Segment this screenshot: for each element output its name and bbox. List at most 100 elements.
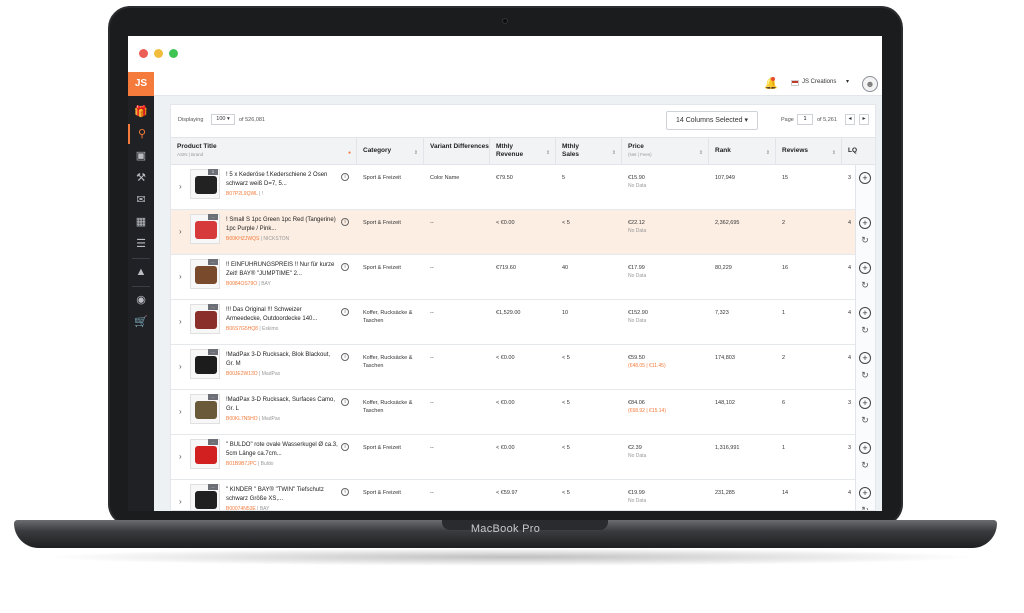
rank-cell: 174,803 (715, 355, 735, 361)
expand-row-icon[interactable]: › (179, 182, 182, 191)
product-asin[interactable]: B07P2L9QWL (226, 191, 258, 197)
column-monthly-sales[interactable]: Mthly Sales ⇕ (556, 138, 622, 166)
search-icon[interactable]: ⚲ (128, 124, 154, 144)
table-header: Product Title ASIN | Brand ● Category ⇕ … (171, 137, 875, 166)
expand-row-icon[interactable]: › (179, 497, 182, 506)
store-icon[interactable]: ▣ (128, 146, 154, 166)
add-product-icon[interactable]: + (859, 442, 871, 454)
columns-selector-button[interactable]: 14 Columns Selected ▾ (666, 111, 758, 130)
expand-row-icon[interactable]: › (179, 407, 182, 416)
expand-row-icon[interactable]: › (179, 362, 182, 371)
sort-icon[interactable]: ⇕ (699, 149, 703, 157)
product-asin[interactable]: B06S7G5HQ8 (226, 326, 258, 332)
app-logo[interactable]: JS (128, 72, 154, 96)
info-icon[interactable]: i (341, 353, 349, 361)
wrench-icon[interactable]: ⚒ (128, 168, 154, 188)
refresh-icon[interactable]: ↻ (859, 280, 871, 292)
product-title[interactable]: !MadPax 3-D Rucksack, Surfaces Camo, Gr.… (226, 396, 338, 414)
add-product-icon[interactable]: + (859, 397, 871, 409)
sales-cell: < 5 (562, 490, 570, 496)
expand-row-icon[interactable]: › (179, 272, 182, 281)
add-product-icon[interactable]: + (859, 307, 871, 319)
column-category[interactable]: Category ⇕ (357, 138, 424, 166)
product-asin[interactable]: B01B9B7JPC (226, 461, 257, 467)
table-row[interactable]: ›... " KINDER " BAY® "TWIN" Tiefschutz sc… (171, 480, 875, 510)
column-product-title[interactable]: Product Title ASIN | Brand ● (171, 138, 357, 166)
globe-icon[interactable]: ◉ (128, 290, 154, 310)
column-rank[interactable]: Rank ⇕ (709, 138, 776, 166)
add-product-icon[interactable]: + (859, 172, 871, 184)
info-icon[interactable]: i (341, 488, 349, 496)
refresh-icon[interactable]: ↻ (859, 415, 871, 427)
info-icon[interactable]: i (341, 398, 349, 406)
sort-icon[interactable]: ⇕ (612, 149, 616, 157)
sort-icon[interactable]: ⇕ (546, 149, 550, 157)
education-icon[interactable]: ▲ (128, 262, 154, 282)
product-asin[interactable]: B00KL7N5HO (226, 416, 258, 422)
revenue-cell: < €0.00 (496, 355, 515, 361)
add-product-icon[interactable]: + (859, 217, 871, 229)
column-lqs[interactable]: LQ (842, 138, 875, 166)
column-title: Mthly Sales (562, 143, 579, 158)
gift-icon[interactable]: 🎁 (128, 102, 154, 122)
info-icon[interactable]: i (341, 443, 349, 451)
cart-icon[interactable]: 🛒 (128, 312, 154, 332)
refresh-icon[interactable]: ↻ (859, 325, 871, 337)
next-page-button[interactable]: ▸ (859, 114, 869, 125)
product-title[interactable]: " KINDER " BAY® "TWIN" Tiefschutz schwar… (226, 486, 338, 504)
chart-icon[interactable]: ▦ (128, 212, 154, 232)
category-cell: Koffer, Rucksäcke & Taschen (363, 400, 413, 414)
account-name[interactable]: JS Creations (802, 79, 836, 85)
product-title[interactable]: !! EINFÜHRUNGSPREIS !! Nur für kurze Zei… (226, 261, 338, 279)
chevron-down-icon[interactable]: ▾ (846, 78, 849, 85)
column-price[interactable]: Price (Net | Fees) ⇕ (622, 138, 709, 166)
close-window-button[interactable] (139, 49, 148, 58)
product-asin[interactable]: B00KHZJWQS (226, 236, 259, 242)
info-icon[interactable]: i (341, 173, 349, 181)
table-row[interactable]: ›... " BULDO" rote ovale Wasserkugel Ø ca… (171, 435, 875, 480)
info-icon[interactable]: i (341, 218, 349, 226)
expand-row-icon[interactable]: › (179, 452, 182, 461)
table-row[interactable]: ›... ! Small S 1pc Green 1pc Red (Tangeri… (171, 210, 875, 255)
product-title[interactable]: !!! Das Original !!! Schweizer Armeedeck… (226, 306, 338, 324)
megaphone-icon[interactable]: ✉ (128, 190, 154, 210)
table-row[interactable]: ›... !!! Das Original !!! Schweizer Armee… (171, 300, 875, 345)
product-title[interactable]: " BULDO" rote ovale Wasserkugel Ø ca.3, … (226, 441, 338, 459)
refresh-icon[interactable]: ↻ (859, 505, 871, 510)
product-asin[interactable]: B00JE2W13O (226, 371, 258, 377)
prev-page-button[interactable]: ◂ (845, 114, 855, 125)
academy-icon[interactable]: ☰ (128, 234, 154, 254)
table-row[interactable]: ›... !MadPax 3-D Rucksack, Surfaces Camo,… (171, 390, 875, 435)
expand-row-icon[interactable]: › (179, 227, 182, 236)
per-page-select[interactable]: 100 ▾ (211, 114, 235, 125)
avatar[interactable]: ☻ (862, 76, 878, 92)
page-input[interactable]: 1 (797, 114, 813, 125)
product-title[interactable]: ! 5 x Kederöse f.Kederschiene 2 Ösen sch… (226, 171, 338, 189)
product-asin[interactable]: B0084OS79O (226, 281, 257, 287)
refresh-icon[interactable]: ↻ (859, 235, 871, 247)
column-variant-differences[interactable]: Variant Differences (424, 138, 490, 166)
sort-icon[interactable]: ⇕ (832, 149, 836, 157)
add-product-icon[interactable]: + (859, 352, 871, 364)
sort-icon[interactable]: ⇕ (414, 149, 418, 157)
product-title[interactable]: !MadPax 3-D Rucksack, Blok Blackout, Gr.… (226, 351, 338, 369)
table-row[interactable]: › 1 ! 5 x Kederöse f.Kederschiene 2 Ösen s… (171, 165, 875, 210)
sort-icon[interactable]: ● (348, 149, 351, 157)
product-title[interactable]: ! Small S 1pc Green 1pc Red (Tangerine) … (226, 216, 338, 234)
add-product-icon[interactable]: + (859, 487, 871, 499)
column-monthly-revenue[interactable]: Mthly Revenue ⇕ (490, 138, 556, 166)
info-icon[interactable]: i (341, 308, 349, 316)
expand-row-icon[interactable]: › (179, 317, 182, 326)
minimize-window-button[interactable] (154, 49, 163, 58)
table-row[interactable]: ›... !! EINFÜHRUNGSPREIS !! Nur für kurze… (171, 255, 875, 300)
refresh-icon[interactable]: ↻ (859, 460, 871, 472)
column-reviews[interactable]: Reviews ⇕ (776, 138, 842, 166)
sort-icon[interactable]: ⇕ (766, 149, 770, 157)
info-icon[interactable]: i (341, 263, 349, 271)
variant-cell: -- (430, 445, 434, 451)
product-asin[interactable]: B00074N53E (226, 506, 256, 510)
add-product-icon[interactable]: + (859, 262, 871, 274)
refresh-icon[interactable]: ↻ (859, 370, 871, 382)
table-row[interactable]: ›... !MadPax 3-D Rucksack, Blok Blackout,… (171, 345, 875, 390)
maximize-window-button[interactable] (169, 49, 178, 58)
